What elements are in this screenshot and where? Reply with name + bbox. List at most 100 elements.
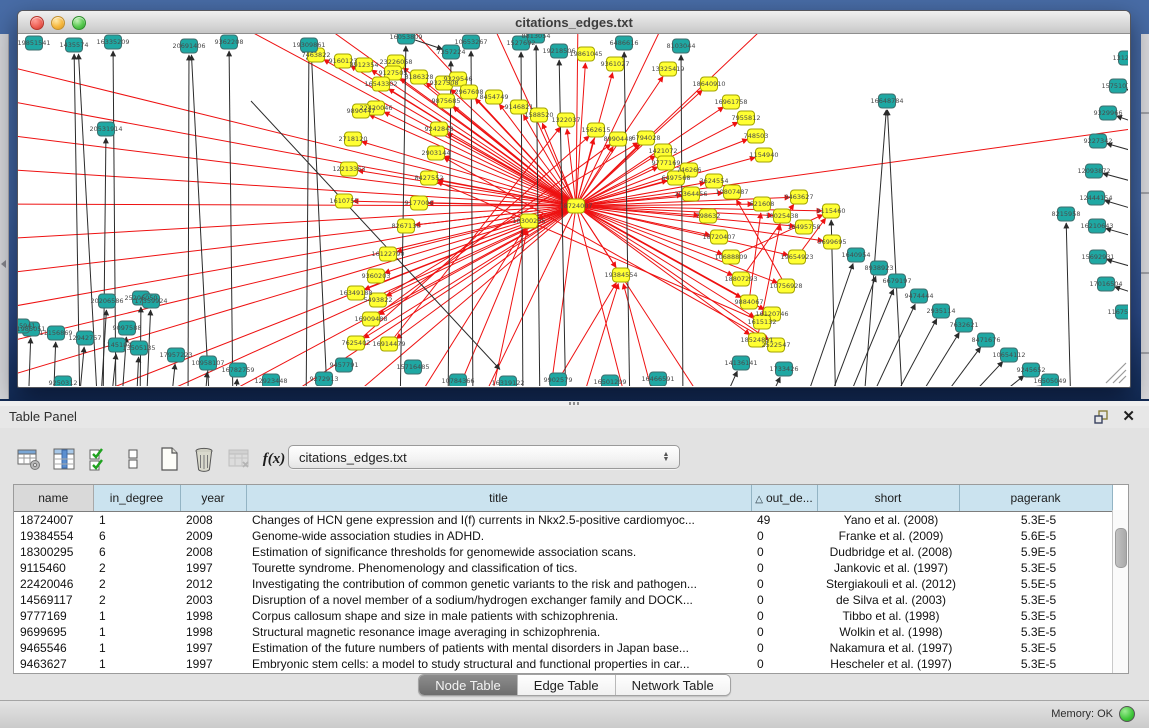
table-cell[interactable]: 2 <box>93 592 180 608</box>
table-cell[interactable]: 2008 <box>180 512 246 529</box>
table-row[interactable]: 1872400712008Changes of HCN gene express… <box>14 512 1112 529</box>
window-resize-grip-icon[interactable] <box>1113 370 1126 383</box>
table-cell[interactable]: 14569117 <box>14 592 93 608</box>
table-cell[interactable]: Hescheler et al. (1997) <box>817 656 959 672</box>
table-cell[interactable]: 1998 <box>180 608 246 624</box>
table-cell[interactable]: Tibbo et al. (1998) <box>817 608 959 624</box>
table-cell[interactable]: 2 <box>93 576 180 592</box>
table-cell[interactable]: 9115460 <box>14 560 93 576</box>
table-cell[interactable]: 19384554 <box>14 528 93 544</box>
column-header-name[interactable]: name <box>14 485 93 512</box>
divider-grip-icon[interactable] <box>569 402 581 405</box>
table-cell[interactable]: Franke et al. (2009) <box>817 528 959 544</box>
float-panel-icon[interactable] <box>1093 409 1109 425</box>
column-header-title[interactable]: title <box>246 485 751 512</box>
table-cell[interactable]: 2003 <box>180 592 246 608</box>
table-cell[interactable]: 5.6E-5 <box>959 528 1112 544</box>
table-cell[interactable]: 0 <box>751 624 817 640</box>
table-cell[interactable]: 5.3E-5 <box>959 560 1112 576</box>
table-cell[interactable]: 9777169 <box>14 608 93 624</box>
table-row[interactable]: 946554611997Estimation of the future num… <box>14 640 1112 656</box>
table-cell[interactable]: 1 <box>93 656 180 672</box>
table-cell[interactable]: 5.3E-5 <box>959 592 1112 608</box>
tab-network-table[interactable]: Network Table <box>616 675 730 695</box>
table-row[interactable]: 977716911998Corpus callosum shape and si… <box>14 608 1112 624</box>
network-window-titlebar[interactable]: citations_edges.txt <box>18 11 1130 34</box>
table-cell[interactable]: 1997 <box>180 640 246 656</box>
column-header-in_degree[interactable]: in_degree <box>93 485 180 512</box>
table-cell[interactable]: 2012 <box>180 576 246 592</box>
table-cell[interactable]: 1 <box>93 608 180 624</box>
table-cell[interactable]: 18724007 <box>14 512 93 529</box>
table-cell[interactable]: Dudbridge et al. (2008) <box>817 544 959 560</box>
table-row[interactable]: 2242004622012Investigating the contribut… <box>14 576 1112 592</box>
table-cell[interactable]: 1998 <box>180 624 246 640</box>
table-cell[interactable]: 6 <box>93 544 180 560</box>
column-header-year[interactable]: year <box>180 485 246 512</box>
collapse-left-panel-icon[interactable] <box>1 260 6 268</box>
table-cell[interactable]: 1997 <box>180 656 246 672</box>
table-cell[interactable]: 0 <box>751 544 817 560</box>
tab-edge-table[interactable]: Edge Table <box>518 675 616 695</box>
function-builder-button[interactable]: f(x) <box>259 444 289 474</box>
table-cell[interactable]: 5.3E-5 <box>959 512 1112 529</box>
table-cell[interactable]: 5.3E-5 <box>959 608 1112 624</box>
table-cell[interactable]: Corpus callosum shape and size in male p… <box>246 608 751 624</box>
show-columns-button[interactable] <box>49 444 79 474</box>
table-cell[interactable]: Yano et al. (2008) <box>817 512 959 529</box>
table-cell[interactable]: 9465546 <box>14 640 93 656</box>
table-cell[interactable]: 1 <box>93 640 180 656</box>
table-cell[interactable]: 0 <box>751 608 817 624</box>
table-cell[interactable]: 1997 <box>180 560 246 576</box>
table-cell[interactable]: Embryonic stem cells: a model to study s… <box>246 656 751 672</box>
table-cell[interactable]: 0 <box>751 656 817 672</box>
delete-column-button[interactable] <box>189 444 219 474</box>
table-cell[interactable]: 1 <box>93 512 180 529</box>
table-cell[interactable]: 6 <box>93 528 180 544</box>
table-row[interactable]: 1938455462009Genome-wide association stu… <box>14 528 1112 544</box>
deselect-all-button[interactable] <box>119 444 149 474</box>
column-header-short[interactable]: short <box>817 485 959 512</box>
network-graph-canvas[interactable]: 1872400774638229160123891235423226058912… <box>18 34 1128 386</box>
table-cell[interactable]: 18300295 <box>14 544 93 560</box>
table-scrollbar[interactable] <box>1112 510 1128 673</box>
table-cell[interactable]: Structural magnetic resonance image aver… <box>246 624 751 640</box>
table-cell[interactable]: 0 <box>751 640 817 656</box>
table-cell[interactable]: 1 <box>93 624 180 640</box>
tab-node-table[interactable]: Node Table <box>419 675 518 695</box>
select-all-button[interactable] <box>84 444 114 474</box>
table-cell[interactable]: 9463627 <box>14 656 93 672</box>
table-cell[interactable]: 22420046 <box>14 576 93 592</box>
table-cell[interactable]: 0 <box>751 592 817 608</box>
table-cell[interactable]: 0 <box>751 576 817 592</box>
table-cell[interactable]: Stergiakouli et al. (2012) <box>817 576 959 592</box>
create-column-button[interactable] <box>154 444 184 474</box>
table-cell[interactable]: Jankovic et al. (1997) <box>817 560 959 576</box>
table-row[interactable]: 946362711997Embryonic stem cells: a mode… <box>14 656 1112 672</box>
table-cell[interactable]: Estimation of the future numbers of pati… <box>246 640 751 656</box>
column-header-pagerank[interactable]: pagerank <box>959 485 1112 512</box>
table-cell[interactable]: 2009 <box>180 528 246 544</box>
table-cell[interactable]: Investigating the contribution of common… <box>246 576 751 592</box>
table-select[interactable]: citations_edges.txt ▲▼ <box>288 445 680 469</box>
table-scrollbar-thumb[interactable] <box>1115 528 1127 568</box>
table-cell[interactable]: Genome-wide association studies in ADHD. <box>246 528 751 544</box>
table-cell[interactable]: Changes of HCN gene expression and I(f) … <box>246 512 751 529</box>
table-cell[interactable]: 2008 <box>180 544 246 560</box>
table-cell[interactable]: 2 <box>93 560 180 576</box>
table-cell[interactable]: Tourette syndrome. Phenomenology and cla… <box>246 560 751 576</box>
table-row[interactable]: 969969511998Structural magnetic resonanc… <box>14 624 1112 640</box>
table-cell[interactable]: 0 <box>751 528 817 544</box>
table-cell[interactable]: 0 <box>751 560 817 576</box>
close-panel-icon[interactable]: ✕ <box>1122 407 1135 425</box>
table-cell[interactable]: Estimation of significance thresholds fo… <box>246 544 751 560</box>
table-cell[interactable]: de Silva et al. (2003) <box>817 592 959 608</box>
table-cell[interactable]: 5.3E-5 <box>959 624 1112 640</box>
table-cell[interactable]: 9699695 <box>14 624 93 640</box>
column-header-out_de[interactable]: △out_de... <box>751 485 817 512</box>
table-cell[interactable]: 5.5E-5 <box>959 576 1112 592</box>
table-row[interactable]: 1830029562008Estimation of significance … <box>14 544 1112 560</box>
table-cell[interactable]: 5.9E-5 <box>959 544 1112 560</box>
table-cell[interactable]: Nakamura et al. (1997) <box>817 640 959 656</box>
table-cell[interactable]: 5.3E-5 <box>959 656 1112 672</box>
